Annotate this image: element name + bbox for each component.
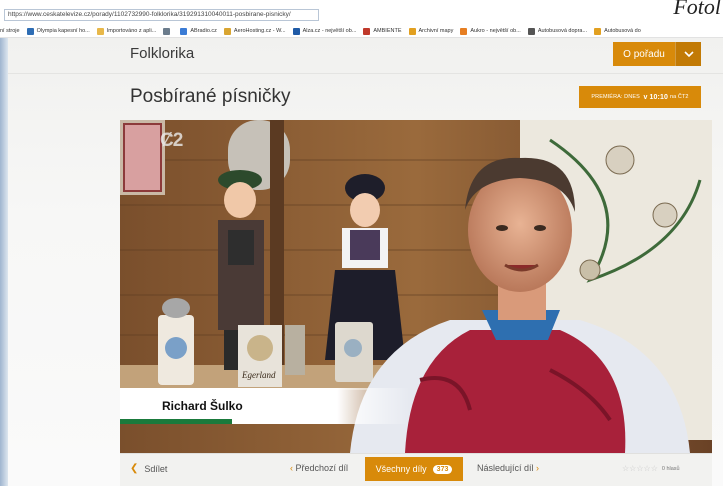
bookmark-label: Olympia kapesní ho... [36,28,90,34]
all-episodes-button[interactable]: Všechny díly 373 [365,457,463,481]
bus-icon [594,27,602,35]
next-episode-label: Následující díl [477,463,534,473]
cart-icon [292,27,300,35]
episode-title: Posbírané písničky [130,86,291,107]
bookmark-item[interactable] [163,27,173,35]
bookmark-item[interactable]: Autobusová do [594,27,641,35]
radio-icon [180,27,188,35]
video-player[interactable]: Egerland Ȼ2 Richard Šulko [120,120,712,453]
chevron-left-icon: ‹ [290,463,293,473]
previous-episode-label: Předchozí díl [295,463,349,473]
bookmark-item[interactable]: Olympia kapesní ho... [26,27,90,35]
map-icon [408,27,416,35]
bookmark-label: AMBIENTE [373,28,402,34]
a-icon [460,27,468,35]
previous-episode-link[interactable]: ‹ Předchozí díl [290,463,348,473]
premiere-channel: na ČT2 [669,94,689,100]
bookmark-item[interactable]: ní stroje [0,28,20,34]
bookmark-label: Aukro - největší ob... [470,28,521,34]
all-episodes-label: Všechny díly [375,464,427,474]
caption-stripe [120,419,232,424]
next-episode-link[interactable]: Následující díl › [477,463,539,473]
about-show-label: O pořadu [623,48,665,60]
share-button[interactable]: ❮ Sdílet [130,463,167,474]
premiere-prefix: PREMIÉRA: DNES [591,94,640,100]
bookmark-item[interactable]: AeroHosting.cz - W... [223,27,286,35]
bookmarks-bar: ní stroje Olympia kapesní ho... Importován… [0,25,723,38]
show-name[interactable]: Folklorika [130,45,194,62]
bus-icon [527,27,535,35]
bookmark-item[interactable]: AMBIENTE [363,27,402,35]
bookmark-label: Autobusová do [604,28,641,34]
bookmark-label: Autobusová dopra... [537,28,588,34]
bookmark-label: Alza.cz - největší ob... [302,28,357,34]
bookmark-label: Importováno z apli... [106,28,157,34]
chevron-right-icon: › [536,463,540,473]
bookmark-item[interactable]: Archivní mapy [408,27,454,35]
bookmark-item[interactable]: Autobusová dopra... [527,27,588,35]
bookmark-label: ABradio.cz [190,28,217,34]
episode-navigation: ❮ Sdílet ‹ Předchozí díl Všechny díly 37… [120,453,712,486]
doc-icon [26,27,34,35]
bookmark-item[interactable]: Importováno z apli... [96,27,157,35]
bookmark-label: AeroHosting.cz - W... [233,28,286,34]
bookmark-label: ní stroje [0,28,20,34]
cloud-icon [223,27,231,35]
share-icon: ❮ [130,463,139,474]
window-edge [0,38,8,486]
rating-count: 0 hlasů [661,465,680,472]
speaker-name: Richard Šulko [162,399,243,413]
address-bar[interactable]: https://www.ceskatelevize.cz/porady/1102… [4,9,319,21]
bookmark-item[interactable]: ABradio.cz [180,27,217,35]
episode-count-badge: 373 [432,464,453,474]
rating-widget[interactable]: ☆☆☆☆☆ 0 hlasů [622,464,680,473]
stein-label: Egerland [241,370,276,380]
bookmark-item[interactable]: Aukro - největší ob... [460,27,521,35]
circle-icon [363,27,371,35]
folder-icon [96,27,104,35]
chevron-down-icon[interactable] [675,42,701,66]
corner-overlay-text: Fotol [673,0,721,19]
page-content: Folklorika O pořadu Posbírané písničky P… [8,38,723,486]
premiere-time: v 10:10 [643,93,668,101]
site-header: Folklorika O pořadu [8,38,723,74]
bookmark-label: Archivní mapy [418,28,454,34]
puzzle-icon [163,27,171,35]
bookmark-item[interactable]: Alza.cz - největší ob... [292,27,357,35]
share-label: Sdílet [144,463,168,474]
premiere-info-button[interactable]: PREMIÉRA: DNES v 10:10 na ČT2 [579,86,701,108]
star-rating-icons[interactable]: ☆☆☆☆☆ [622,464,658,473]
about-show-button[interactable]: O pořadu [613,42,701,66]
channel-logo: Ȼ2 [160,130,183,151]
